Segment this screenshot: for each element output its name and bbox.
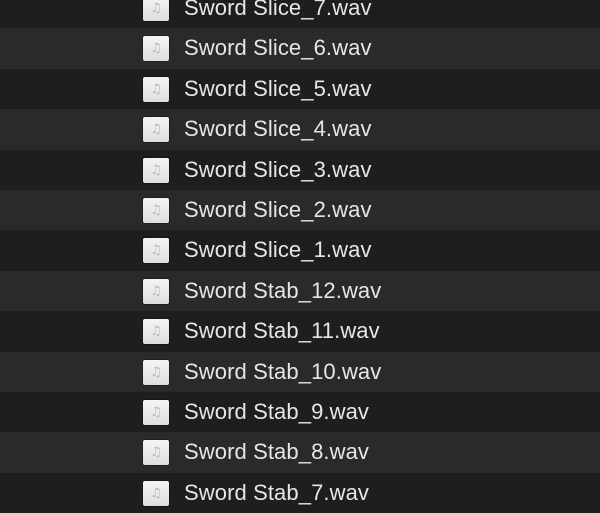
file-row[interactable]: ♫ Sword Slice_4.wav xyxy=(0,109,600,150)
file-name: Sword Slice_3.wav xyxy=(184,156,372,182)
audio-file-icon: ♫ xyxy=(143,157,169,183)
file-name: Sword Slice_1.wav xyxy=(184,237,372,263)
audio-file-icon: ♫ xyxy=(143,480,169,506)
file-name: Sword Stab_8.wav xyxy=(184,439,370,465)
file-name: Sword Stab_11.wav xyxy=(184,318,380,344)
audio-file-icon: ♫ xyxy=(143,278,169,304)
file-row[interactable]: ♫ Sword Stab_8.wav xyxy=(0,432,600,473)
file-name: Sword Slice_4.wav xyxy=(184,116,372,142)
audio-file-icon: ♫ xyxy=(143,399,169,425)
audio-file-icon: ♫ xyxy=(143,440,169,466)
file-name: Sword Slice_7.wav xyxy=(184,0,372,20)
file-row[interactable]: ♫ Sword Slice_6.wav xyxy=(0,28,600,69)
file-row[interactable]: ♫ Sword Stab_12.wav xyxy=(0,270,600,312)
file-row[interactable]: ♫ Sword Slice_7.wav xyxy=(0,0,600,29)
file-row[interactable]: ♫ Sword Slice_2.wav xyxy=(0,189,600,231)
file-name: Sword Slice_5.wav xyxy=(184,75,372,101)
file-name: Sword Slice_2.wav xyxy=(184,196,372,222)
audio-file-icon: ♫ xyxy=(143,197,169,223)
file-name: Sword Stab_9.wav xyxy=(184,398,370,424)
audio-file-icon: ♫ xyxy=(143,117,169,143)
audio-file-icon: ♫ xyxy=(143,36,169,62)
file-name: Sword Slice_6.wav xyxy=(184,35,372,61)
file-row[interactable]: ♫ Sword Stab_9.wav xyxy=(0,391,600,433)
file-row[interactable]: ♫ Sword Stab_11.wav xyxy=(0,311,600,352)
file-name: Sword Stab_12.wav xyxy=(184,277,382,303)
audio-file-icon: ♫ xyxy=(143,319,169,345)
file-row[interactable]: ♫ Sword Slice_5.wav xyxy=(0,68,600,110)
audio-file-icon: ♫ xyxy=(143,238,169,264)
file-list: ♫ Sword Slice_7.wav ♫ Sword Slice_6.wav … xyxy=(0,0,600,513)
file-row[interactable]: ♫ Sword Stab_10.wav xyxy=(0,351,600,392)
audio-file-icon: ♫ xyxy=(143,0,169,21)
file-name: Sword Stab_7.wav xyxy=(184,479,370,505)
file-name: Sword Stab_10.wav xyxy=(184,358,382,384)
audio-file-icon: ♫ xyxy=(143,76,169,102)
audio-file-icon: ♫ xyxy=(143,359,169,385)
file-row[interactable]: ♫ Sword Slice_1.wav xyxy=(0,230,600,271)
file-row[interactable]: ♫ Sword Stab_7.wav xyxy=(0,472,600,513)
file-row[interactable]: ♫ Sword Slice_3.wav xyxy=(0,149,600,190)
